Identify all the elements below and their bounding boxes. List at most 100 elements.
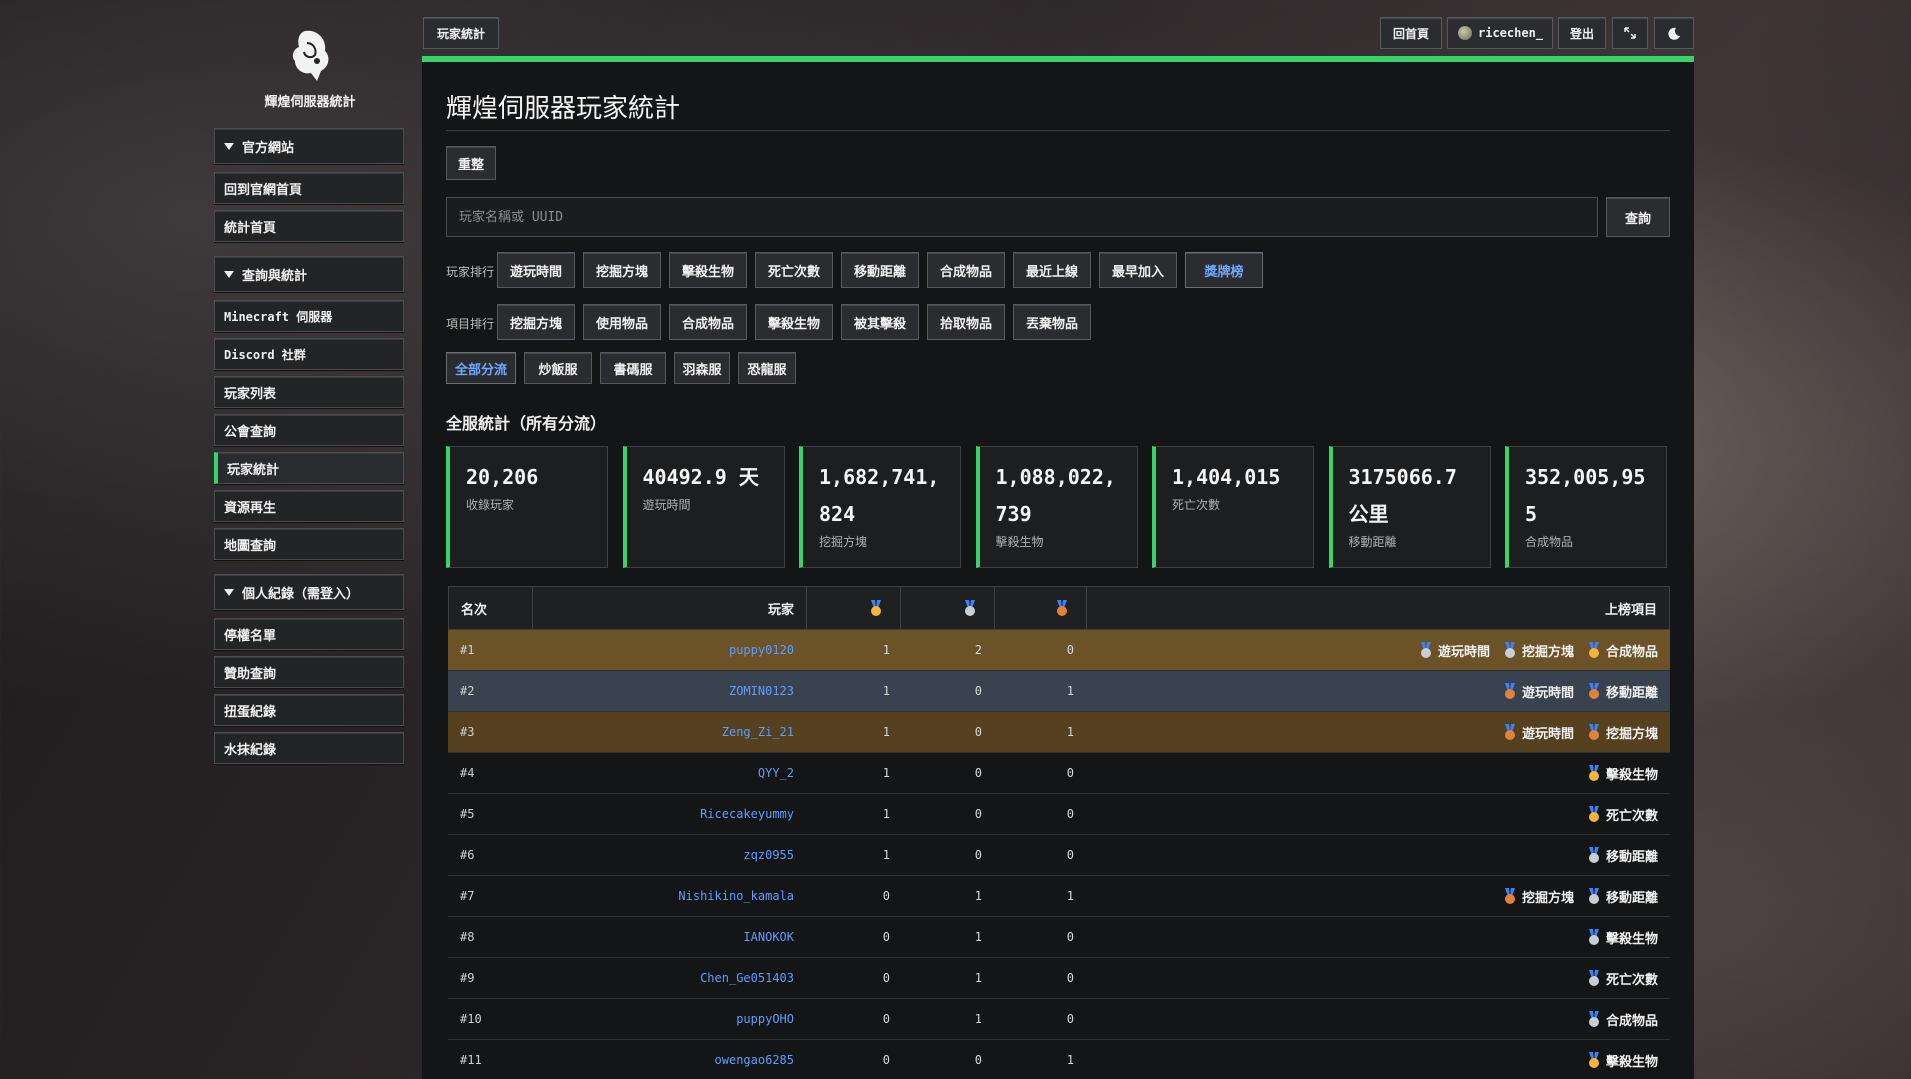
stat-card: 1,682,741,824 挖掘方塊 bbox=[799, 446, 961, 568]
player-rank-tab[interactable]: 最早加入 bbox=[1099, 252, 1177, 288]
logout-button[interactable]: 登出 bbox=[1558, 17, 1606, 49]
item-rank-tab[interactable]: 擊殺生物 bbox=[755, 304, 833, 340]
player-link[interactable]: owengao6285 bbox=[532, 1053, 806, 1067]
sidebar-group-header[interactable]: 個人紀錄（需登入） bbox=[214, 574, 404, 610]
sidebar-item[interactable]: 地圖查詢 bbox=[214, 528, 404, 560]
player-link[interactable]: Zeng_Zi_21 bbox=[532, 725, 806, 739]
server-tab[interactable]: 炒飯服 bbox=[524, 352, 592, 384]
logo[interactable]: 輝煌伺服器統計 bbox=[214, 0, 406, 120]
ranked-item-tag: 擊殺生物 bbox=[1588, 764, 1658, 783]
player-link[interactable]: puppy0120 bbox=[532, 643, 806, 657]
table-row: #2 ZOMIN0123 1 0 1 遊玩時間 移動距離 bbox=[448, 671, 1670, 712]
theme-toggle-button[interactable] bbox=[1654, 17, 1694, 49]
ranked-item-tag: 挖掘方塊 bbox=[1504, 641, 1574, 660]
player-rank-tab[interactable]: 擊殺生物 bbox=[669, 252, 747, 288]
sidebar-item[interactable]: 玩家列表 bbox=[214, 376, 404, 408]
item-rank-tab[interactable]: 挖掘方塊 bbox=[497, 304, 575, 340]
rank-cell: #7 bbox=[460, 889, 475, 903]
col-bronze[interactable] bbox=[995, 587, 1087, 629]
player-rank-tab[interactable]: 移動距離 bbox=[841, 252, 919, 288]
home-button[interactable]: 回首頁 bbox=[1380, 17, 1442, 49]
silver-medal-icon bbox=[964, 600, 976, 616]
sidebar-group-header[interactable]: 官方網站 bbox=[214, 128, 404, 164]
ranked-item-label: 擊殺生物 bbox=[1605, 931, 1658, 947]
stat-label: 死亡次數 bbox=[1172, 498, 1221, 512]
sidebar-item[interactable]: 公會查詢 bbox=[214, 414, 404, 446]
page-title: 輝煌伺服器玩家統計 bbox=[446, 94, 681, 124]
item-rank-tab[interactable]: 拾取物品 bbox=[927, 304, 1005, 340]
player-rank-tab[interactable]: 合成物品 bbox=[927, 252, 1005, 288]
bronze-count: 0 bbox=[1066, 1012, 1074, 1026]
table-row: #5 Ricecakeyummy 1 0 0 死亡次數 bbox=[448, 794, 1670, 835]
player-rank-tab[interactable]: 死亡次數 bbox=[755, 252, 833, 288]
col-items: 上榜項目 bbox=[1604, 602, 1657, 618]
col-gold[interactable] bbox=[807, 587, 901, 629]
silver-medal-icon bbox=[1504, 642, 1516, 658]
sidebar-item[interactable]: Discord 社群 bbox=[214, 338, 404, 370]
server-tab[interactable]: 書碼服 bbox=[600, 352, 666, 384]
sidebar-item[interactable]: 贊助查詢 bbox=[214, 656, 404, 688]
ranked-item-label: 移動距離 bbox=[1605, 849, 1658, 865]
stat-label: 合成物品 bbox=[1525, 535, 1574, 549]
server-tab[interactable]: 羽森服 bbox=[674, 352, 730, 384]
player-link[interactable]: zqz0955 bbox=[532, 848, 806, 862]
sidebar-item[interactable]: 玩家統計 bbox=[214, 452, 404, 484]
player-link[interactable]: puppyOHO bbox=[532, 1012, 806, 1026]
ranked-item-tag: 移動距離 bbox=[1588, 846, 1658, 865]
sidebar-item[interactable]: 回到官網首頁 bbox=[214, 172, 404, 204]
item-rank-tab[interactable]: 合成物品 bbox=[669, 304, 747, 340]
gold-count: 1 bbox=[882, 725, 890, 739]
player-rank-tab[interactable]: 獎牌榜 bbox=[1185, 252, 1263, 288]
expand-button[interactable] bbox=[1612, 17, 1648, 49]
ranked-items: 遊玩時間 挖掘方塊 bbox=[1086, 723, 1670, 742]
sidebar-group-header[interactable]: 查詢與統計 bbox=[214, 256, 404, 292]
col-silver[interactable] bbox=[901, 587, 995, 629]
server-tab[interactable]: 恐龍服 bbox=[738, 352, 796, 384]
item-rank-tab[interactable]: 使用物品 bbox=[583, 304, 661, 340]
tab-player-stats[interactable]: 玩家統計 bbox=[423, 17, 499, 49]
sidebar-group-label: 個人紀錄（需登入） bbox=[242, 586, 360, 602]
sidebar-item[interactable]: Minecraft 伺服器 bbox=[214, 300, 404, 332]
player-link[interactable]: Nishikino_kamala bbox=[532, 889, 806, 903]
player-rank-tab[interactable]: 遊玩時間 bbox=[497, 252, 575, 288]
bronze-count: 1 bbox=[1066, 725, 1074, 739]
player-rank-tab[interactable]: 挖掘方塊 bbox=[583, 252, 661, 288]
item-rank-label: 項目排行 bbox=[446, 317, 495, 331]
player-link[interactable]: ZOMIN0123 bbox=[532, 684, 806, 698]
sidebar-item[interactable]: 扭蛋紀錄 bbox=[214, 694, 404, 726]
item-rank-tab[interactable]: 丟棄物品 bbox=[1013, 304, 1091, 340]
ranked-item-label: 死亡次數 bbox=[1605, 972, 1658, 988]
sidebar-item[interactable]: 水抹紀錄 bbox=[214, 732, 404, 764]
stat-card: 40492.9 天遊玩時間 bbox=[622, 446, 785, 568]
col-player[interactable]: 玩家 bbox=[533, 587, 807, 629]
silver-medal-icon bbox=[1588, 929, 1600, 945]
sidebar-item[interactable]: 統計首頁 bbox=[214, 210, 404, 242]
item-rank-tab[interactable]: 被其擊殺 bbox=[841, 304, 919, 340]
rank-cell: #8 bbox=[460, 930, 475, 944]
gold-count: 1 bbox=[882, 848, 890, 862]
server-tab[interactable]: 全部分流 bbox=[446, 352, 516, 384]
rank-cell: #3 bbox=[460, 725, 475, 739]
expand-icon bbox=[1624, 27, 1636, 39]
player-link[interactable]: IANOKOK bbox=[532, 930, 806, 944]
ranked-items: 擊殺生物 bbox=[1086, 764, 1670, 783]
reset-button[interactable]: 重整 bbox=[446, 146, 496, 180]
player-rank-tab[interactable]: 最近上線 bbox=[1013, 252, 1091, 288]
bronze-medal-icon bbox=[1504, 724, 1516, 740]
player-link[interactable]: Chen_Ge051403 bbox=[532, 971, 806, 985]
player-link[interactable]: QYY_2 bbox=[532, 766, 806, 780]
col-rank[interactable]: 名次 bbox=[449, 587, 533, 629]
silver-medal-icon bbox=[1588, 847, 1600, 863]
silver-count: 1 bbox=[974, 889, 982, 903]
sidebar-item[interactable]: 資源再生 bbox=[214, 490, 404, 522]
search-button[interactable]: 查詢 bbox=[1606, 197, 1670, 237]
gold-count: 1 bbox=[882, 766, 890, 780]
logo-emblem-icon bbox=[292, 30, 329, 81]
user-menu-button[interactable]: ricechen_ bbox=[1447, 17, 1553, 49]
sidebar-item[interactable]: 停權名單 bbox=[214, 618, 404, 650]
gold-count: 0 bbox=[882, 971, 890, 985]
player-link[interactable]: Ricecakeyummy bbox=[532, 807, 806, 821]
search-input[interactable] bbox=[446, 197, 1598, 237]
main-panel: 輝煌伺服器玩家統計 重整 查詢 玩家排行 遊玩時間挖掘方塊擊殺生物死亡次數移動距… bbox=[422, 56, 1694, 1079]
table-row: #11 owengao6285 0 0 1 擊殺生物 bbox=[448, 1040, 1670, 1079]
